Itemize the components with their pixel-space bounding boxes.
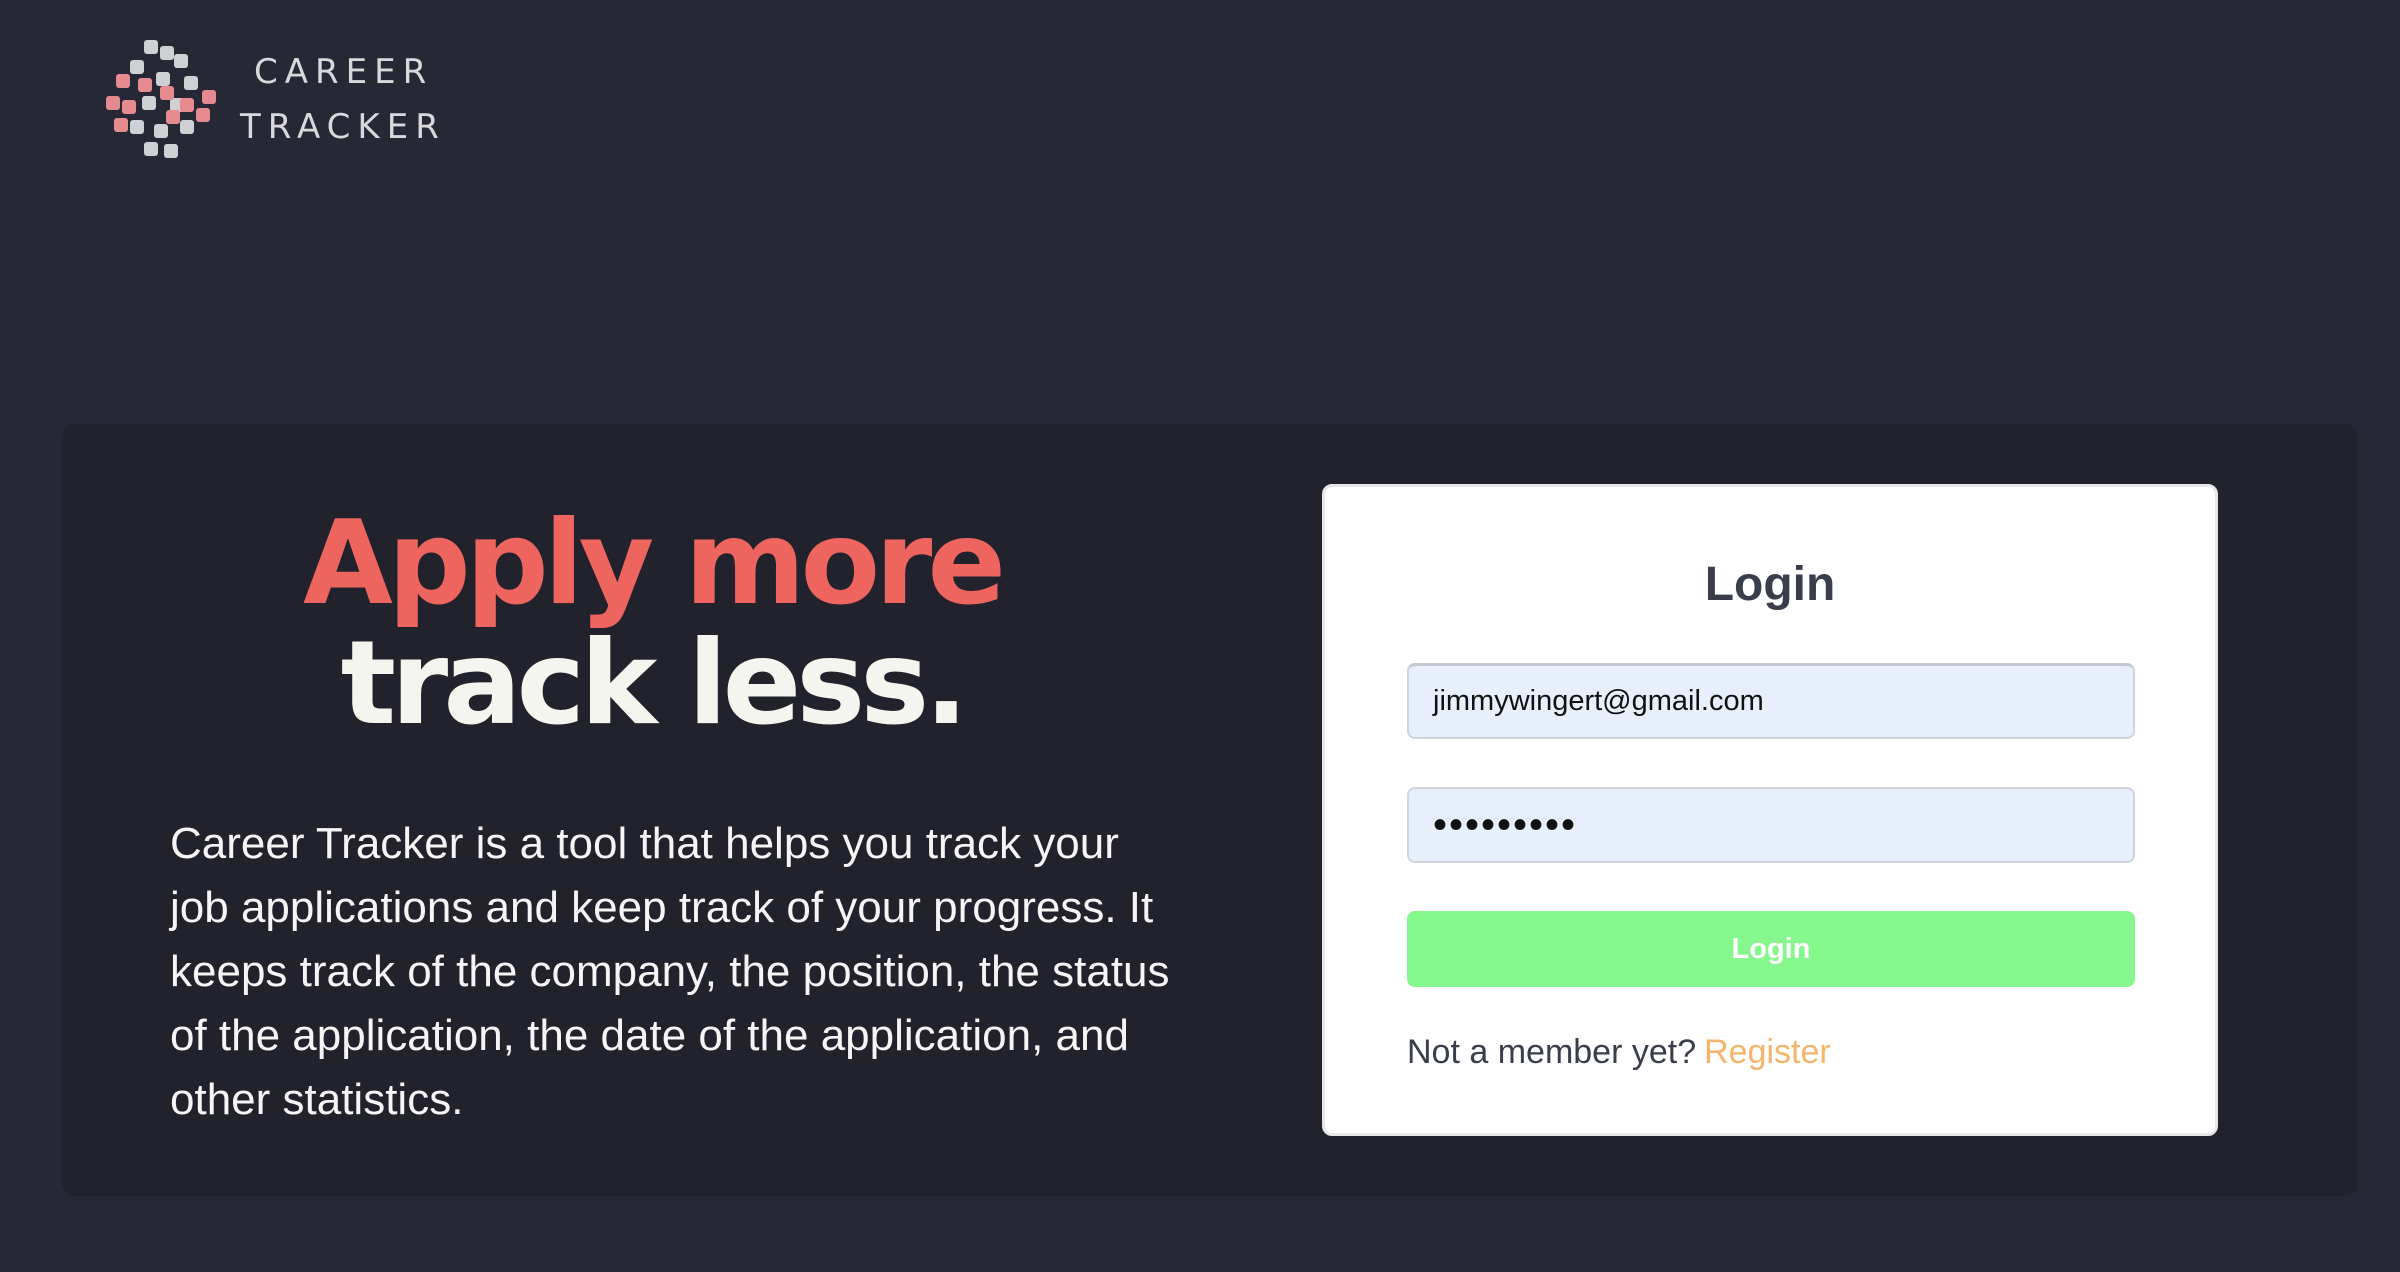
logo[interactable]: CAREER TRACKER [104, 38, 446, 162]
headline-line2: track less. [340, 616, 969, 751]
logo-text-line1: CAREER [254, 52, 434, 92]
password-field[interactable]: ••••••••• [1407, 787, 2135, 863]
login-card: Login jimmywingert@gmail.com ••••••••• L… [1322, 484, 2218, 1136]
hero-card: Apply more track less. Career Tracker is… [62, 424, 2358, 1196]
email-field[interactable]: jimmywingert@gmail.com [1407, 663, 2135, 739]
hero-description: Career Tracker is a tool that helps you … [170, 819, 1170, 1124]
password-value: ••••••••• [1433, 802, 1578, 847]
email-value: jimmywingert@gmail.com [1433, 685, 1764, 717]
register-link[interactable]: Register [1704, 1033, 1831, 1071]
register-prompt: Not a member yet? Register [1407, 1033, 1831, 1072]
logo-text-line2: TRACKER [240, 107, 446, 147]
register-prompt-text: Not a member yet? [1407, 1033, 1697, 1071]
headline-line1: Apply more [302, 496, 1006, 631]
login-button[interactable]: Login [1407, 911, 2135, 987]
login-title: Login [1704, 558, 1836, 611]
logo-mark-icon [106, 40, 216, 158]
logo-wordmark: CAREER TRACKER [240, 45, 446, 155]
hero-headline: Apply more track less. [62, 504, 1242, 744]
page: CAREER TRACKER Apply more track less. Ca… [0, 0, 2400, 1272]
